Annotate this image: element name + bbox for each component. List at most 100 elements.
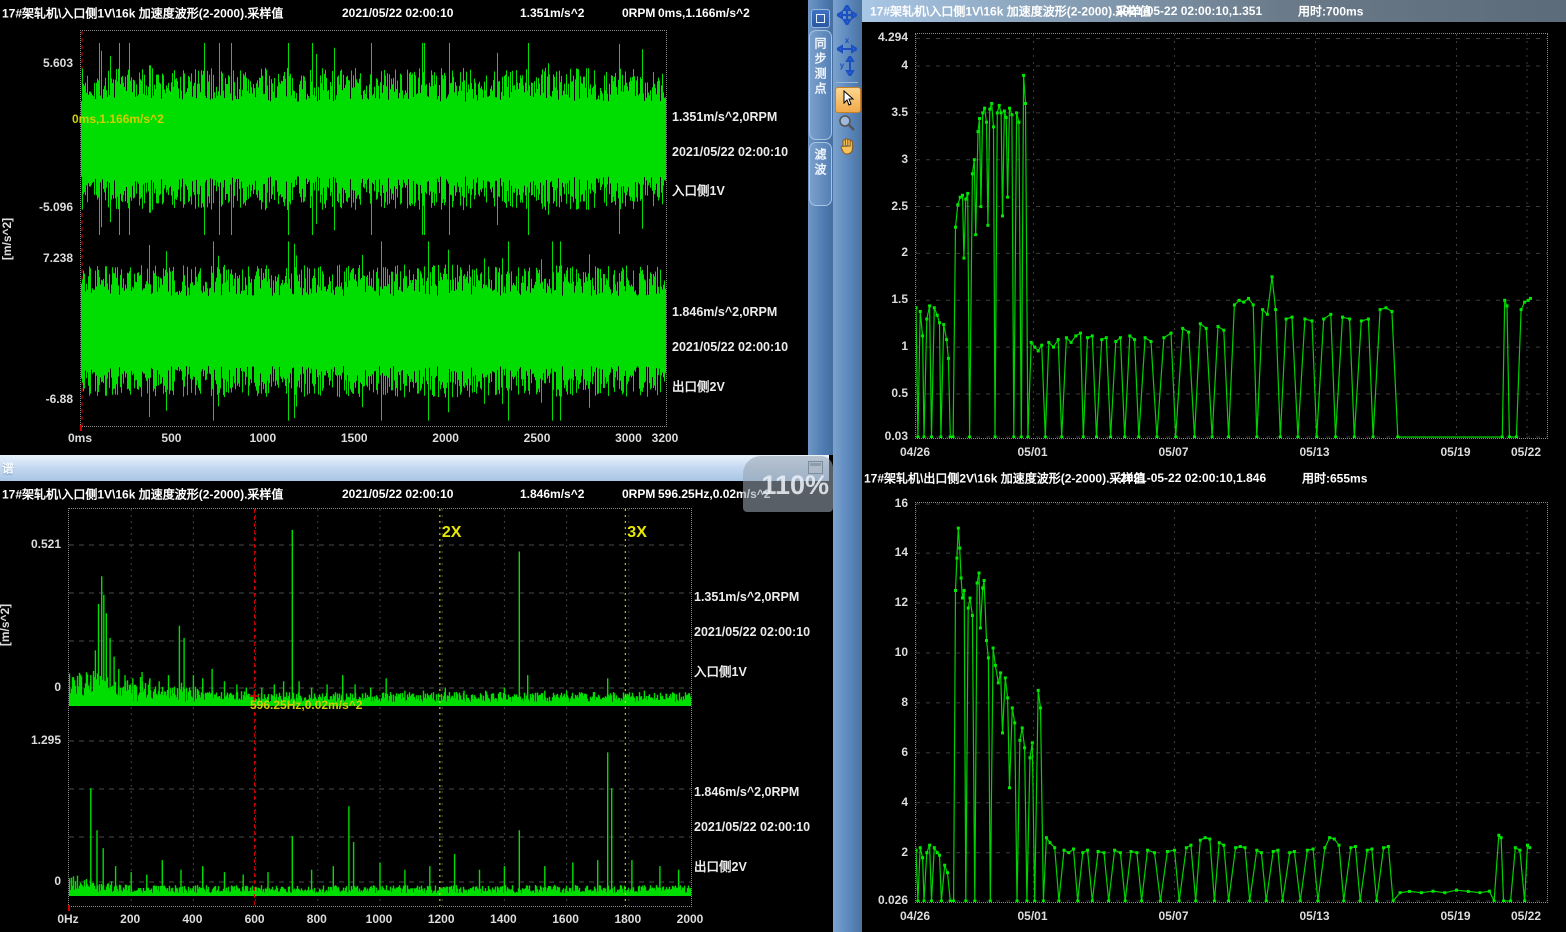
waveform-x-tick-label: 2500 bbox=[524, 431, 551, 445]
waveform-y-tick-label: -5.096 bbox=[39, 200, 73, 214]
trend1-plot[interactable] bbox=[915, 33, 1548, 439]
spectrum-x-tick-label: 400 bbox=[182, 912, 202, 926]
spectrum-title-path: 17#架轧机\入口侧1V\16k 加速度波形(2-2000).采样值 bbox=[2, 485, 283, 502]
waveform-titlebar[interactable]: 17#架轧机\入口侧1V\16k 加速度波形(2-2000).采样值 2021/… bbox=[0, 0, 808, 26]
waveform-y-axis-label: [m/s^2] bbox=[0, 218, 14, 260]
waveform-x-tick-label: 500 bbox=[161, 431, 181, 445]
spectrum-y-tick-label: 0.521 bbox=[31, 537, 61, 551]
waveform-cursor-label: 0ms,1.166m/s^2 bbox=[72, 112, 164, 126]
spectrum-x-tick-label: 800 bbox=[307, 912, 327, 926]
spectrum-origin-axis-tick bbox=[68, 905, 70, 911]
axis-y-icon: y bbox=[837, 56, 857, 81]
chart-canvas bbox=[916, 34, 1547, 438]
zoom-magnifier-button[interactable] bbox=[835, 113, 859, 137]
waveform-trace2-channel: 出口侧2V bbox=[672, 376, 725, 395]
spectrum-x-tick-label: 1200 bbox=[428, 912, 455, 926]
trend2-y-tick-label: 8 bbox=[901, 695, 908, 709]
spectrum-x-tick-label: 1600 bbox=[552, 912, 579, 926]
trend1-titlebar[interactable]: 17#架轧机\入口侧1V\16k 加速度波形(2-2000).采样值 2021-… bbox=[862, 0, 1566, 22]
spectrum-y-axis-label: [m/s^2] bbox=[0, 604, 12, 646]
hand-icon bbox=[838, 137, 856, 160]
spectrum-y-tick-label: 1.295 bbox=[31, 733, 61, 747]
spectrum-title-amplitude: 1.846m/s^2 bbox=[520, 487, 584, 501]
trend2-y-tick-label: 6 bbox=[901, 745, 908, 759]
spectrum-x-tick-label: 2000 bbox=[677, 912, 704, 926]
waveform-y-tick-label: 7.238 bbox=[43, 251, 73, 265]
trend1-y-tick-label: 0.5 bbox=[891, 386, 908, 400]
trend1-title-path: 17#架轧机\入口侧1V\16k 加速度波形(2-2000).采样值 bbox=[870, 3, 1151, 20]
vibration-analysis-app: 17#架轧机\入口侧1V\16k 加速度波形(2-2000).采样值 2021/… bbox=[0, 0, 1566, 932]
tab-filter[interactable]: 滤波 bbox=[809, 142, 832, 206]
waveform-x-tick-label: 1000 bbox=[249, 431, 276, 445]
waveform-x-tick-label: 3000 bbox=[615, 431, 642, 445]
spectrum-titlebar[interactable]: 17#架轧机\入口侧1V\16k 加速度波形(2-2000).采样值 2021/… bbox=[0, 481, 829, 506]
trend2-title-elapsed: 用时:655ms bbox=[1302, 469, 1367, 486]
dock-window-icon[interactable] bbox=[811, 9, 830, 28]
trend2-x-tick-label: 05/01 bbox=[1017, 909, 1047, 923]
harmonic-marker-label: 3X bbox=[627, 524, 647, 542]
spectrum-trace2-datetime: 2021/05/22 02:00:10 bbox=[694, 820, 810, 834]
trend1-y-tick-label: 1.5 bbox=[891, 292, 908, 306]
waveform-title-path: 17#架轧机\入口侧1V\16k 加速度波形(2-2000).采样值 bbox=[2, 5, 283, 22]
trend1-y-tick-label: 3.5 bbox=[891, 105, 908, 119]
spectrum-title-datetime: 2021/05/22 02:00:10 bbox=[342, 487, 453, 501]
trend2-y-tick-label: 10 bbox=[895, 645, 908, 659]
zoom-level-badge: 110% bbox=[743, 456, 833, 512]
spectrum-trace1-datetime: 2021/05/22 02:00:10 bbox=[694, 625, 810, 639]
spectrum-window-titlebar[interactable]: 谱 bbox=[0, 455, 829, 481]
waveform-title-cursor: 0ms,1.166m/s^2 bbox=[658, 6, 750, 20]
tab-sync-points-label: 同步测点 bbox=[812, 37, 829, 97]
waveform-x-tick-label: 2000 bbox=[432, 431, 459, 445]
spectrum-x-tick-label: 600 bbox=[245, 912, 265, 926]
trend2-titlebar[interactable]: 17#架轧机\出口侧2V\16k 加速度波形(2-2000).采样值 2021-… bbox=[862, 465, 1566, 490]
waveform-trace1-channel: 入口侧1V bbox=[672, 180, 725, 199]
trend1-x-tick-label: 05/13 bbox=[1299, 445, 1329, 459]
spectrum-window-title: 谱 bbox=[2, 460, 14, 477]
spectrum-x-tick-label: 1400 bbox=[490, 912, 517, 926]
chart-canvas bbox=[69, 509, 691, 906]
trend1-x-tick-label: 05/22 bbox=[1511, 445, 1541, 459]
vertical-toolbar: x y bbox=[833, 0, 862, 932]
axis-y-button[interactable]: y bbox=[835, 56, 859, 80]
waveform-y-tick-label: 5.603 bbox=[43, 56, 73, 70]
pan-all-icon bbox=[837, 5, 857, 30]
trend2-y-tick-label: 4 bbox=[901, 795, 908, 809]
trend1-y-tick-label: 2.5 bbox=[891, 199, 908, 213]
spectrum-y-tick-label: 0 bbox=[54, 680, 61, 694]
spectrum-x-tick-label: 1800 bbox=[614, 912, 641, 926]
trend2-x-tick-label: 05/22 bbox=[1511, 909, 1541, 923]
select-cursor-icon bbox=[840, 90, 856, 111]
trend1-x-tick-label: 04/26 bbox=[900, 445, 930, 459]
trend1-x-tick-label: 05/07 bbox=[1158, 445, 1188, 459]
trend2-title-value: 2021-05-22 02:00:10,1.846 bbox=[1120, 471, 1266, 485]
waveform-plot[interactable] bbox=[80, 30, 667, 427]
waveform-trace1-datetime: 2021/05/22 02:00:10 bbox=[672, 145, 788, 159]
waveform-trace2-amplitude: 1.846m/s^2,0RPM bbox=[672, 305, 777, 319]
zoom-level-value: 110% bbox=[761, 470, 829, 501]
spectrum-plot[interactable] bbox=[68, 508, 692, 907]
waveform-x-tick-label: 3200 bbox=[652, 431, 679, 445]
chart-canvas bbox=[81, 31, 666, 426]
trend1-y-tick-label: 4 bbox=[901, 58, 908, 72]
trend2-y-tick-label: 16 bbox=[895, 496, 908, 510]
spectrum-x-tick-label: 200 bbox=[120, 912, 140, 926]
trend2-x-tick-label: 05/19 bbox=[1440, 909, 1470, 923]
select-cursor-button[interactable] bbox=[835, 87, 861, 113]
trend2-x-tick-label: 04/26 bbox=[900, 909, 930, 923]
waveform-title-amplitude: 1.351m/s^2 bbox=[520, 6, 584, 20]
trend1-y-tick-label: 1 bbox=[901, 339, 908, 353]
side-tab-strip: 同步测点 滤波 bbox=[808, 0, 833, 455]
pan-hand-button[interactable] bbox=[835, 136, 859, 160]
spectrum-trace1-amplitude: 1.351m/s^2,0RPM bbox=[694, 590, 799, 604]
waveform-title-rpm: 0RPM bbox=[622, 6, 655, 20]
harmonic-marker-label: 2X bbox=[442, 524, 462, 542]
svg-text:y: y bbox=[840, 61, 845, 70]
tab-sync-points[interactable]: 同步测点 bbox=[809, 30, 832, 140]
pan-all-button[interactable] bbox=[835, 5, 859, 29]
trend2-y-tick-label: 2 bbox=[901, 845, 908, 859]
trend2-plot[interactable] bbox=[915, 502, 1548, 903]
trend2-x-tick-label: 05/07 bbox=[1158, 909, 1188, 923]
waveform-trace2-datetime: 2021/05/22 02:00:10 bbox=[672, 340, 788, 354]
spectrum-trace1-channel: 入口侧1V bbox=[694, 661, 747, 680]
waveform-title-datetime: 2021/05/22 02:00:10 bbox=[342, 6, 453, 20]
